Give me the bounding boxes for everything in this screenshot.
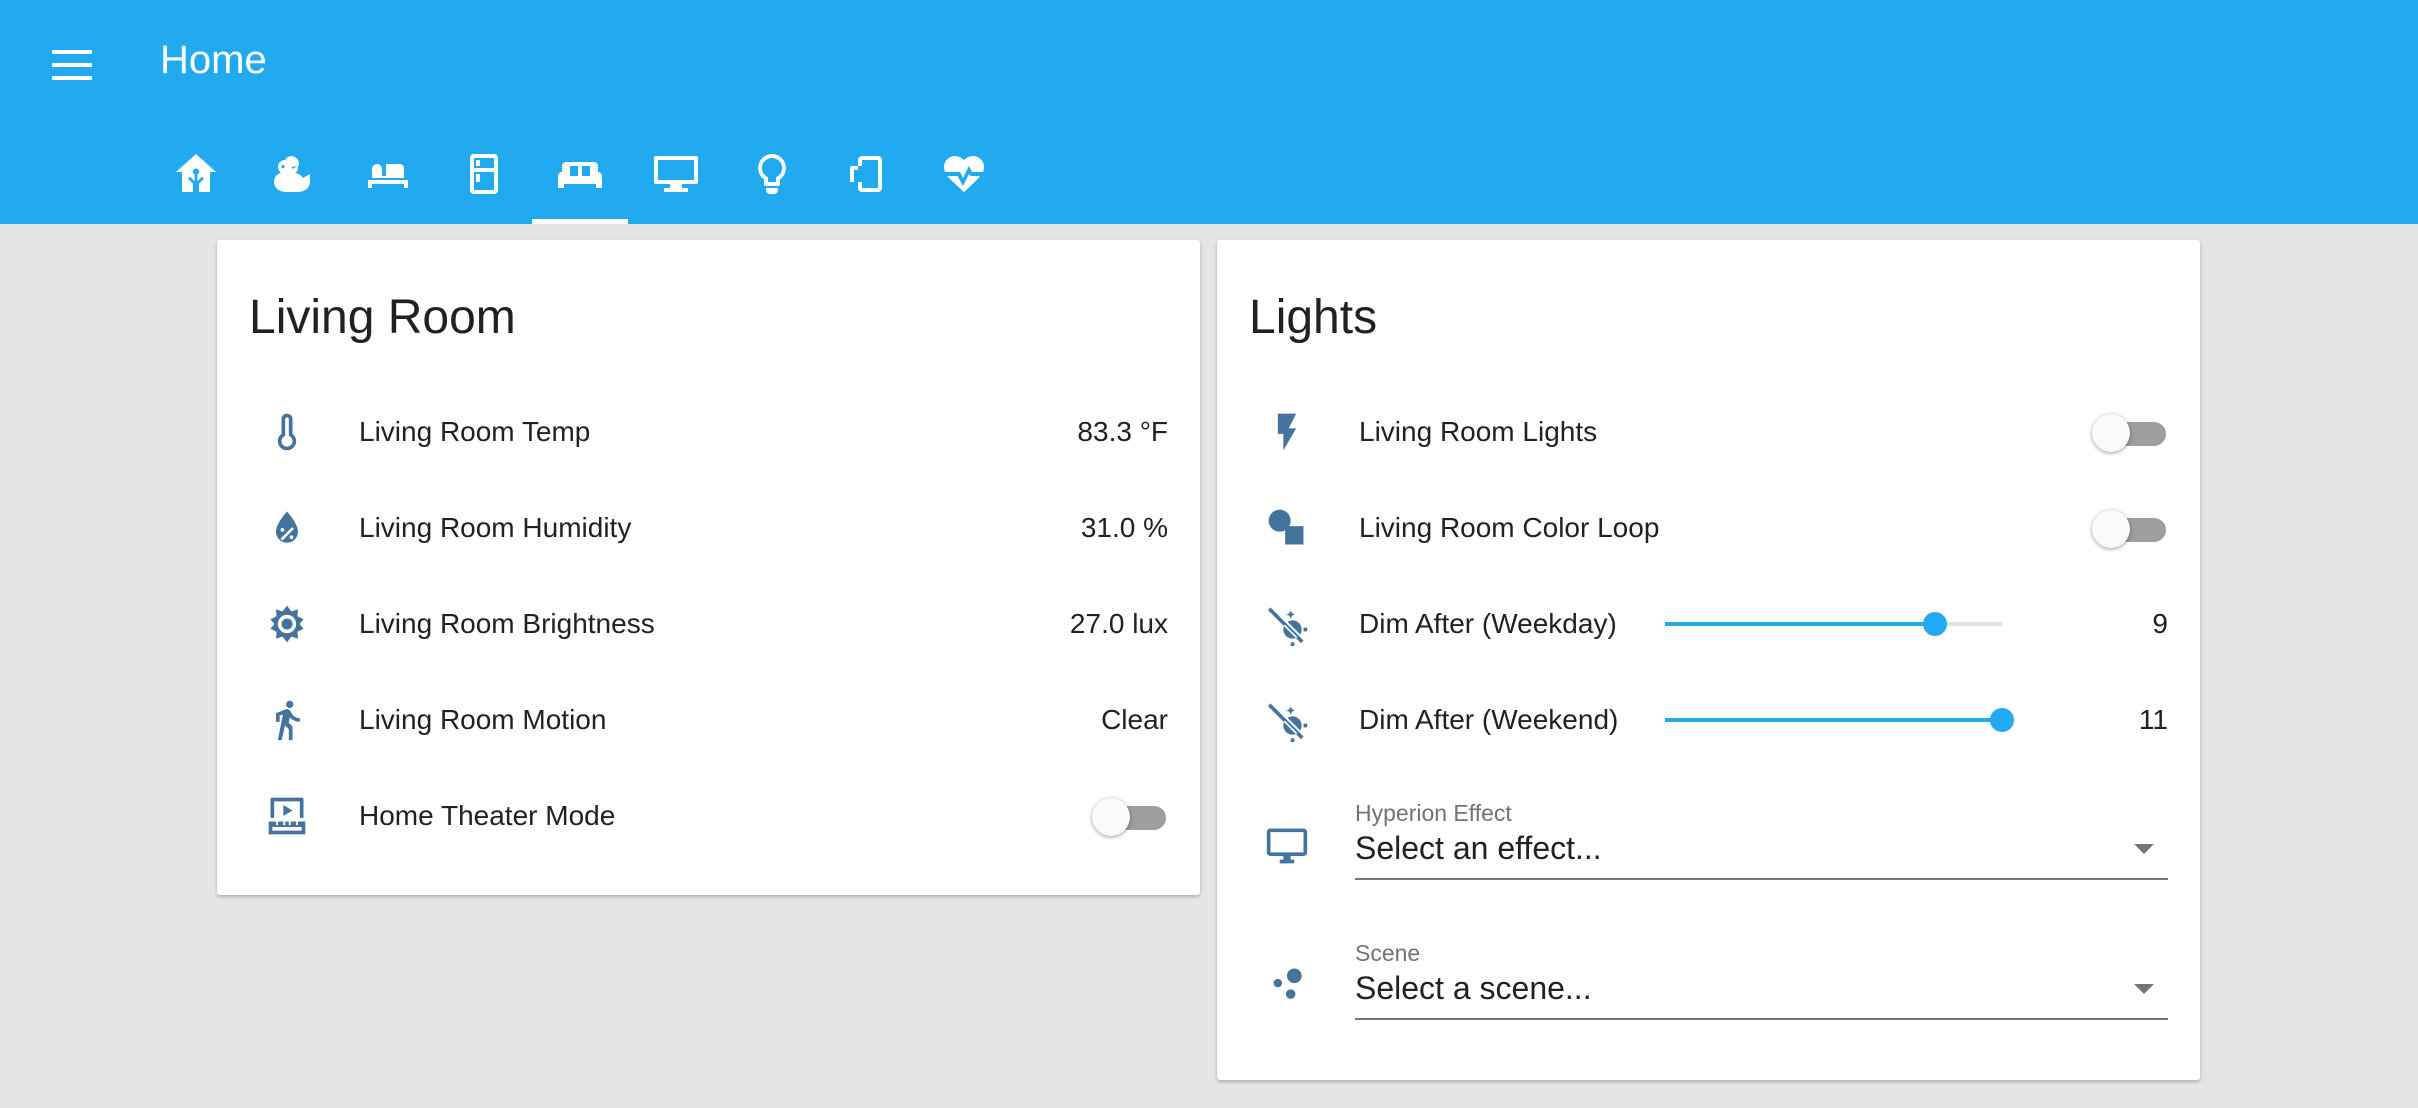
entity-row-motion[interactable]: Living Room Motion Clear (249, 672, 1168, 768)
entity-state: 83.3 °F (1077, 416, 1168, 447)
phone-rotate-icon (850, 156, 882, 192)
page-title: Home (160, 38, 267, 82)
entity-name: Living Room Temp (359, 416, 591, 447)
sofa-icon (558, 162, 602, 188)
entity-state: 27.0 lux (1069, 608, 1168, 639)
color-loop-toggle[interactable] (2092, 508, 2166, 548)
app-header: Home (0, 0, 2418, 224)
duck-icon (274, 156, 310, 192)
view-tabs (148, 140, 1012, 224)
select-value: Select an effect... (1355, 830, 1602, 866)
theme-light-dark-icon (1267, 605, 1308, 646)
entity-row-humidity[interactable]: Living Room Humidity 31.0 % (249, 480, 1168, 576)
tab-health[interactable] (916, 140, 1012, 224)
entity-state: 31.0 % (1080, 512, 1168, 543)
tab-bed[interactable] (340, 140, 436, 224)
entity-row-temp[interactable]: Living Room Temp 83.3 °F (249, 384, 1168, 480)
desktop-monitor-icon (654, 156, 698, 192)
tab-phone[interactable] (820, 140, 916, 224)
card-title: Lights (1249, 291, 1378, 344)
entity-row-theater: Home Theater Mode (249, 768, 1168, 864)
entity-name: Living Room Humidity (359, 512, 632, 543)
hotel-bed-icon (368, 162, 408, 188)
tab-lights[interactable] (724, 140, 820, 224)
entity-row-color-loop: Living Room Color Loop (1249, 480, 2168, 576)
select-label: Scene (1355, 940, 1421, 966)
brightness-icon (270, 605, 304, 643)
living-room-card: Living Room Living Room Temp 83.3 °F Liv… (217, 240, 1200, 895)
dim-weekday-slider[interactable] (1665, 604, 2002, 644)
entity-name: Living Room Lights (1359, 416, 1598, 447)
tab-duck[interactable] (244, 140, 340, 224)
lightbulb-icon (758, 154, 786, 194)
entity-row-dim-weekday: Dim After (Weekday) 9 (1249, 576, 2168, 672)
monitor-icon (1266, 828, 1308, 864)
entity-row-dim-weekend: Dim After (Weekend) 11 (1249, 672, 2168, 768)
dropdown-arrow-icon (2134, 984, 2154, 994)
flash-icon (1277, 413, 1297, 451)
scene-select[interactable]: Scene Select a scene... (1355, 940, 2168, 1020)
select-value: Select a scene... (1355, 970, 1592, 1006)
tab-living-room[interactable] (532, 140, 628, 224)
entity-name: Home Theater Mode (359, 800, 616, 831)
water-percent-icon (276, 511, 298, 543)
theme-light-dark-icon (1267, 701, 1308, 742)
dim-weekend-slider[interactable] (1665, 700, 2014, 740)
thermometer-icon (277, 413, 297, 451)
entity-name: Living Room Brightness (359, 608, 655, 639)
living-room-lights-toggle[interactable] (2092, 412, 2166, 452)
tab-home[interactable] (148, 140, 244, 224)
hyperion-effect-select[interactable]: Hyperion Effect Select an effect... (1355, 800, 2168, 880)
entity-state: Clear (1101, 704, 1168, 735)
walk-icon (276, 700, 300, 741)
heart-pulse-icon (943, 156, 984, 192)
fridge-icon (470, 154, 498, 194)
slider-value: 9 (2152, 608, 2168, 639)
entity-row-living-room-lights: Living Room Lights (1249, 384, 2168, 480)
card-title: Living Room (249, 291, 516, 344)
entity-row-brightness[interactable]: Living Room Brightness 27.0 lux (249, 576, 1168, 672)
home-theater-toggle[interactable] (1092, 796, 1166, 836)
slider-value: 11 (2138, 704, 2168, 735)
entity-name: Living Room Color Loop (1359, 512, 1660, 543)
tab-desktop[interactable] (628, 140, 724, 224)
entity-name: Living Room Motion (359, 704, 607, 735)
theater-icon (268, 797, 306, 835)
select-label: Hyperion Effect (1355, 800, 1512, 826)
menu-icon[interactable] (52, 50, 92, 80)
scene-dots-icon (1273, 968, 1302, 999)
shape-icon (1268, 509, 1304, 545)
slider-knob[interactable] (1922, 612, 1947, 636)
lights-card: Lights Living Room Lights Living Room Co… (1217, 240, 2200, 1080)
home-assistant-icon (176, 154, 216, 192)
slider-knob[interactable] (1990, 708, 2014, 732)
tab-fridge[interactable] (436, 140, 532, 224)
dropdown-arrow-icon (2134, 844, 2154, 854)
